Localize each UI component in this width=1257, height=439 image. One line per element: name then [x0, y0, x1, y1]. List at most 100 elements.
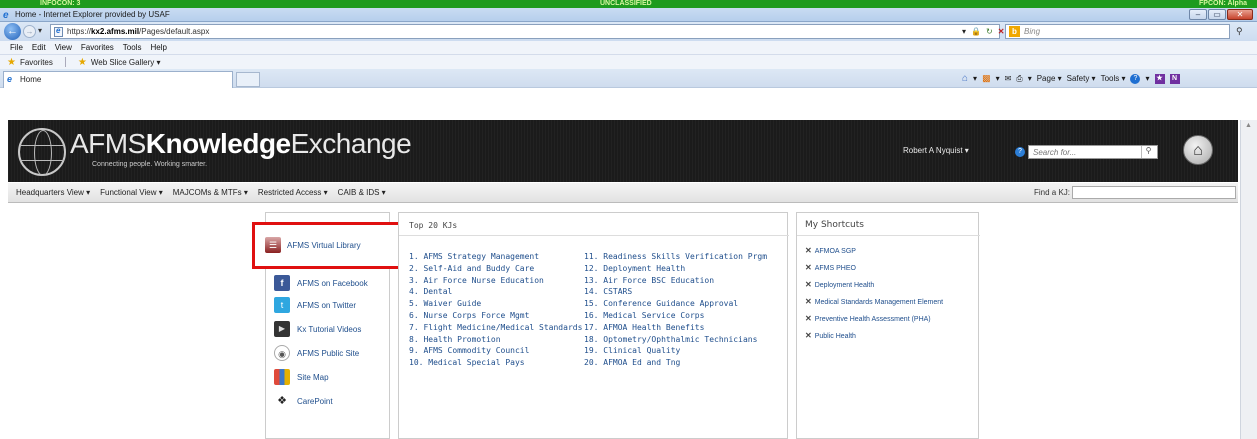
highlight-box: ☰ AFMS Virtual Library — [252, 222, 401, 269]
new-tab-button[interactable] — [236, 72, 260, 87]
top20-item[interactable]: 10. Medical Special Pays — [409, 357, 582, 369]
link-kx-tutorial-videos[interactable]: ▶ Kx Tutorial Videos — [274, 321, 361, 337]
forward-button[interactable]: → — [23, 25, 36, 38]
address-dropdown-icon[interactable]: ▾ — [962, 27, 966, 36]
menu-file[interactable]: File — [10, 43, 23, 52]
top20-item[interactable]: 1. AFMS Strategy Management — [409, 251, 582, 263]
lock-icon[interactable]: 🔒 — [971, 27, 981, 36]
site-tagline: Connecting people. Working smarter. — [92, 161, 208, 168]
link-afms-facebook[interactable]: f AFMS on Facebook — [274, 275, 368, 291]
search-input[interactable]: b Bing — [1005, 24, 1230, 39]
top20-item[interactable]: 18. Optometry/Ophthalmic Technicians — [584, 334, 767, 346]
close-icon[interactable]: ✕ — [805, 314, 812, 323]
stop-icon[interactable]: ✕ — [998, 27, 1005, 36]
shortcut-item[interactable]: ✕ Public Health — [805, 328, 943, 345]
site-search-input[interactable]: ? Search for... ⚲ — [1015, 145, 1158, 159]
site-header: AFMSKnowledgeExchange Connecting people.… — [8, 120, 1238, 182]
top20-item[interactable]: 11. Readiness Skills Verification Prgm — [584, 251, 767, 263]
top20-item[interactable]: 13. Air Force BSC Education — [584, 275, 767, 287]
nav-functional-view[interactable]: Functional View ▾ — [100, 188, 163, 197]
search-help-icon[interactable]: ? — [1015, 147, 1025, 157]
nav-restricted-access[interactable]: Restricted Access ▾ — [258, 188, 328, 197]
close-icon[interactable]: ✕ — [805, 297, 812, 306]
web-slice-gallery-link[interactable]: Web Slice Gallery ▾ — [91, 58, 161, 67]
link-carepoint[interactable]: ❖ CarePoint — [274, 393, 333, 409]
menu-favorites[interactable]: Favorites — [81, 43, 114, 52]
top20-item[interactable]: 4. Dental — [409, 286, 582, 298]
top20-item[interactable]: 12. Deployment Health — [584, 263, 767, 275]
print-dropdown-icon[interactable]: ▾ — [1028, 74, 1032, 83]
research-icon[interactable]: ★ — [1154, 73, 1165, 84]
close-button[interactable]: ✕ — [1227, 9, 1253, 20]
help-icon[interactable]: ? — [1130, 73, 1141, 84]
maximize-button[interactable]: ▭ — [1208, 9, 1226, 20]
link-afms-twitter[interactable]: t AFMS on Twitter — [274, 297, 356, 313]
shortcuts-title: My Shortcuts — [805, 220, 864, 230]
feeds-icon[interactable]: ▩ — [982, 73, 991, 84]
feeds-dropdown-icon[interactable]: ▾ — [996, 74, 1000, 83]
page-icon — [54, 26, 63, 37]
top20-item[interactable]: 20. AFMOA Ed and Tng — [584, 357, 767, 369]
user-menu[interactable]: Robert A Nyquist ▾ — [903, 146, 969, 155]
shortcut-item[interactable]: ✕ Deployment Health — [805, 277, 943, 294]
add-favorite-icon[interactable]: ★ — [78, 57, 87, 68]
top20-item[interactable]: 6. Nurse Corps Force Mgmt — [409, 310, 582, 322]
find-kj-input[interactable] — [1072, 186, 1236, 199]
top20-item[interactable]: 17. AFMOA Health Benefits — [584, 322, 767, 334]
shortcut-item[interactable]: ✕ Preventive Health Assessment (PHA) — [805, 311, 943, 328]
mail-icon[interactable]: ✉ — [1005, 74, 1012, 83]
nav-majcoms-mtfs[interactable]: MAJCOMs & MTFs ▾ — [173, 188, 248, 197]
favorites-button[interactable]: Favorites — [20, 58, 53, 67]
link-afms-virtual-library[interactable]: ☰ AFMS Virtual Library — [265, 237, 361, 253]
menu-view[interactable]: View — [55, 43, 72, 52]
globe-logo-icon — [18, 128, 66, 176]
home-icon[interactable]: ⌂ — [962, 73, 968, 84]
shortcut-item[interactable]: ✕ AFMOA SGP — [805, 243, 943, 260]
top20-item[interactable]: 19. Clinical Quality — [584, 345, 767, 357]
onenote-icon[interactable]: N — [1169, 73, 1180, 84]
top20-item[interactable]: 3. Air Force Nurse Education — [409, 275, 582, 287]
home-dropdown-icon[interactable]: ▾ — [973, 74, 977, 83]
site-home-icon[interactable]: ⌂ — [1183, 135, 1213, 165]
close-icon[interactable]: ✕ — [805, 331, 812, 340]
top20-item[interactable]: 2. Self-Aid and Buddy Care — [409, 263, 582, 275]
tab-row: e Home ⌂ ▾ ▩ ▾ ✉ ⎙ ▾ Page ▾ Safety ▾ Too… — [0, 69, 1257, 88]
close-icon[interactable]: ✕ — [805, 263, 812, 272]
link-site-map[interactable]: Site Map — [274, 369, 329, 385]
menu-help[interactable]: Help — [150, 43, 166, 52]
menu-tools[interactable]: Tools — [123, 43, 142, 52]
safety-menu[interactable]: Safety ▾ — [1067, 74, 1096, 83]
print-icon[interactable]: ⎙ — [1016, 74, 1022, 84]
scroll-up-icon[interactable]: ▲ — [1245, 122, 1252, 129]
help-dropdown-icon[interactable]: ▾ — [1145, 74, 1149, 83]
top20-item[interactable]: 5. Waiver Guide — [409, 298, 582, 310]
top20-item[interactable]: 8. Health Promotion — [409, 334, 582, 346]
top20-item[interactable]: 7. Flight Medicine/Medical Standards — [409, 322, 582, 334]
site-logo[interactable]: AFMSKnowledgeExchange — [70, 128, 412, 160]
nav-caib-ids[interactable]: CAIB & IDS ▾ — [338, 188, 386, 197]
find-kj-label: Find a KJ: — [1034, 188, 1071, 197]
shortcut-item[interactable]: ✕ AFMS PHEO — [805, 260, 943, 277]
close-icon[interactable]: ✕ — [805, 246, 812, 255]
top20-item[interactable]: 9. AFMS Commodity Council — [409, 345, 582, 357]
minimize-button[interactable]: – — [1189, 9, 1207, 20]
close-icon[interactable]: ✕ — [805, 280, 812, 289]
tab-home[interactable]: e Home — [3, 71, 233, 88]
top20-item[interactable]: 16. Medical Service Corps — [584, 310, 767, 322]
history-dropdown-icon[interactable]: ▾ — [38, 26, 42, 35]
shortcut-item[interactable]: ✕ Medical Standards Management Element — [805, 294, 943, 311]
menu-edit[interactable]: Edit — [32, 43, 46, 52]
nav-headquarters-view[interactable]: Headquarters View ▾ — [16, 188, 90, 197]
tools-menu[interactable]: Tools ▾ — [1101, 74, 1126, 83]
search-icon[interactable]: ⚲ — [1236, 26, 1243, 37]
top20-item[interactable]: 14. CSTARS — [584, 286, 767, 298]
link-afms-public-site[interactable]: ◉ AFMS Public Site — [274, 345, 359, 361]
address-input[interactable]: https://kx2.afms.mil/Pages/default.aspx — [50, 24, 1000, 39]
back-button[interactable]: ← — [4, 23, 21, 40]
page-scrollbar[interactable]: ▲ — [1240, 120, 1257, 439]
top20-item[interactable]: 15. Conference Guidance Approval — [584, 298, 767, 310]
refresh-icon[interactable]: ↻ — [986, 27, 993, 36]
page-menu[interactable]: Page ▾ — [1037, 74, 1062, 83]
site-search-icon[interactable]: ⚲ — [1141, 146, 1155, 158]
twitter-icon: t — [274, 297, 290, 313]
